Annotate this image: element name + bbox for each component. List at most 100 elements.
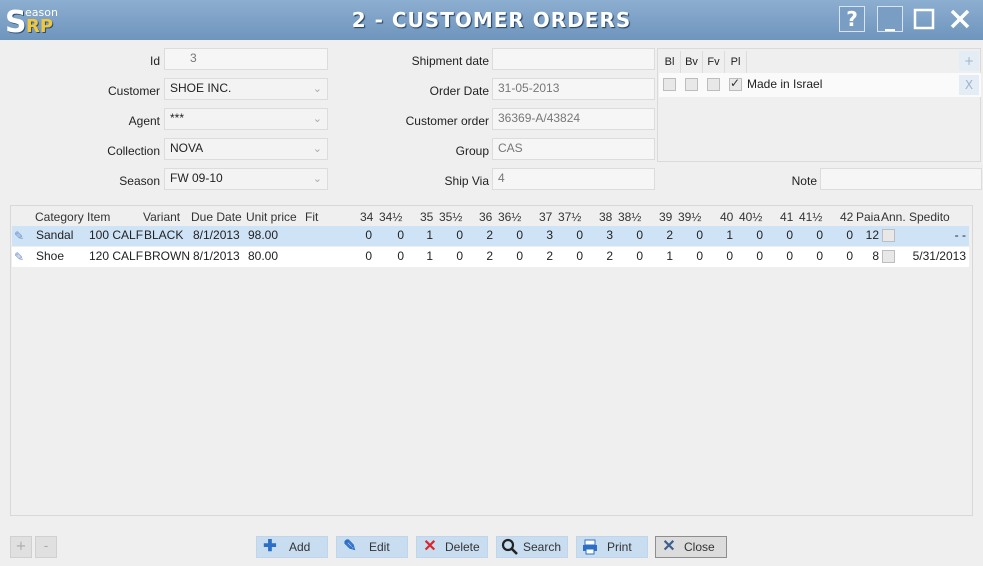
shipment-date-field[interactable] [492,48,655,70]
tag-checkbox-pl[interactable] [729,76,742,91]
column-header[interactable]: 40 [720,210,733,224]
size-qty-cell: 0 [365,228,372,242]
maximize-button[interactable] [911,6,937,32]
edit-row-icon[interactable]: ✎ [14,229,30,243]
size-qty-cell: 2 [546,249,553,263]
column-header[interactable]: 35 [420,210,433,224]
size-qty-cell: 2 [486,228,493,242]
column-header[interactable]: 38½ [618,210,641,224]
column-header[interactable]: 39½ [678,210,701,224]
column-header[interactable]: 40½ [739,210,762,224]
column-header[interactable]: Variant [143,210,180,224]
column-header[interactable]: 37 [539,210,552,224]
ann-checkbox[interactable] [882,229,895,242]
agent-select[interactable]: *** ⌄ [164,108,328,130]
column-header[interactable]: 41 [780,210,793,224]
season-select[interactable]: FW 09-10 ⌄ [164,168,328,190]
collection-select[interactable]: NOVA ⌄ [164,138,328,160]
help-button[interactable]: ? [839,6,865,32]
table-cell: - - [954,228,966,242]
minimize-button[interactable]: _ [877,6,903,32]
column-header[interactable]: Spedito [909,210,950,224]
group-field[interactable]: CAS [492,138,655,160]
column-header[interactable]: Paia [856,210,880,224]
column-header[interactable]: Fit [305,210,318,224]
title-bar: S eason RP 2 - CUSTOMER ORDERS ? _ [0,0,983,40]
close-button[interactable]: ✕ Close [655,536,727,558]
tag-checkbox-fv[interactable] [707,78,720,91]
table-row[interactable]: ✎ Shoe 120 CALF BROWN 8/1/2013 80.00 0 0 1 0 2 0 2 0 2… [12,247,969,267]
column-header[interactable]: 38 [599,210,612,224]
add-row-small-button[interactable]: + [10,536,32,558]
column-header[interactable]: 35½ [439,210,462,224]
delete-button[interactable]: ✕ Delete [416,536,488,558]
size-qty-cell: 0 [786,249,793,263]
ship-via-field[interactable]: 4 [492,168,655,190]
ship-via-label: Ship Via [444,174,489,188]
size-qty-cell: 0 [696,228,703,242]
print-button[interactable]: Print [576,536,648,558]
column-header[interactable]: 36 [479,210,492,224]
tag-checkbox-bl[interactable] [663,78,676,91]
chevron-down-icon: ⌄ [312,83,322,95]
size-qty-cell: 2 [666,228,673,242]
maximize-icon [913,8,935,30]
size-qty-cell: 2 [486,249,493,263]
column-header[interactable]: 42 [840,210,853,224]
table-row[interactable]: ✎ Sandal 100 CALF BLACK 8/1/2013 98.00 0 0 1 0 2 0 3… [12,226,969,246]
collection-label: Collection [107,144,160,158]
add-tag-button[interactable]: + [959,51,979,71]
remove-row-small-button[interactable]: - [35,536,57,558]
pencil-icon: ✎ [343,538,357,555]
labels-panel: Bl Bv Fv Pl + Made in Israel X [657,48,981,162]
tag-col-fv: Fv [703,51,725,73]
note-label: Note [791,174,817,188]
window-title: 2 - CUSTOMER ORDERS [351,8,632,32]
tag-checkbox-bv[interactable] [685,78,698,91]
edit-button[interactable]: ✎ Edit [336,536,408,558]
column-header[interactable]: Due Date [191,210,242,224]
size-qty-cell: 1 [426,249,433,263]
tag-col-bv: Bv [681,51,703,73]
size-qty-cell: 0 [816,249,823,263]
column-header[interactable]: Category [35,210,84,224]
close-window-button[interactable] [947,6,973,32]
ann-checkbox[interactable] [882,250,895,263]
customer-select[interactable]: SHOE INC. ⌄ [164,78,328,100]
column-header[interactable]: 41½ [799,210,822,224]
column-header[interactable]: Item [87,210,110,224]
chevron-down-icon: ⌄ [312,173,322,185]
column-header[interactable]: 36½ [498,210,521,224]
search-button[interactable]: Search [496,536,568,558]
size-qty-cell: 0 [456,228,463,242]
column-header[interactable]: Unit price [246,210,297,224]
edit-row-icon[interactable]: ✎ [14,250,30,264]
table-cell: BROWN [144,249,190,263]
tag-col-bl: Bl [659,51,681,73]
order-date-label: Order Date [429,84,489,98]
size-qty-cell: 0 [365,249,372,263]
column-header[interactable]: 39 [659,210,672,224]
size-qty-cell: 0 [397,228,404,242]
id-field[interactable]: 3 [164,48,328,70]
agent-label: Agent [128,114,160,128]
size-qty-cell: 0 [756,249,763,263]
note-field[interactable] [820,168,982,190]
size-qty-cell: 0 [816,228,823,242]
x-icon: ✕ [662,538,676,555]
column-header[interactable]: 37½ [558,210,581,224]
remove-tag-button[interactable]: X [959,75,979,95]
order-date-field[interactable]: 31-05-2013 [492,78,655,100]
add-button[interactable]: ✚ Add [256,536,328,558]
table-cell: 8/1/2013 [193,249,240,263]
table-cell: Sandal [36,228,74,242]
size-qty-cell: 1 [426,228,433,242]
column-header[interactable]: 34 [360,210,373,224]
size-qty-cell: 0 [576,249,583,263]
id-label: Id [149,54,160,68]
column-header[interactable]: Ann. [881,210,906,224]
column-header[interactable]: 34½ [379,210,402,224]
tag-row: Made in Israel X [659,73,981,97]
customer-order-field[interactable]: 36369-A/43824 [492,108,655,130]
table-cell: 5/31/2013 [912,249,966,263]
